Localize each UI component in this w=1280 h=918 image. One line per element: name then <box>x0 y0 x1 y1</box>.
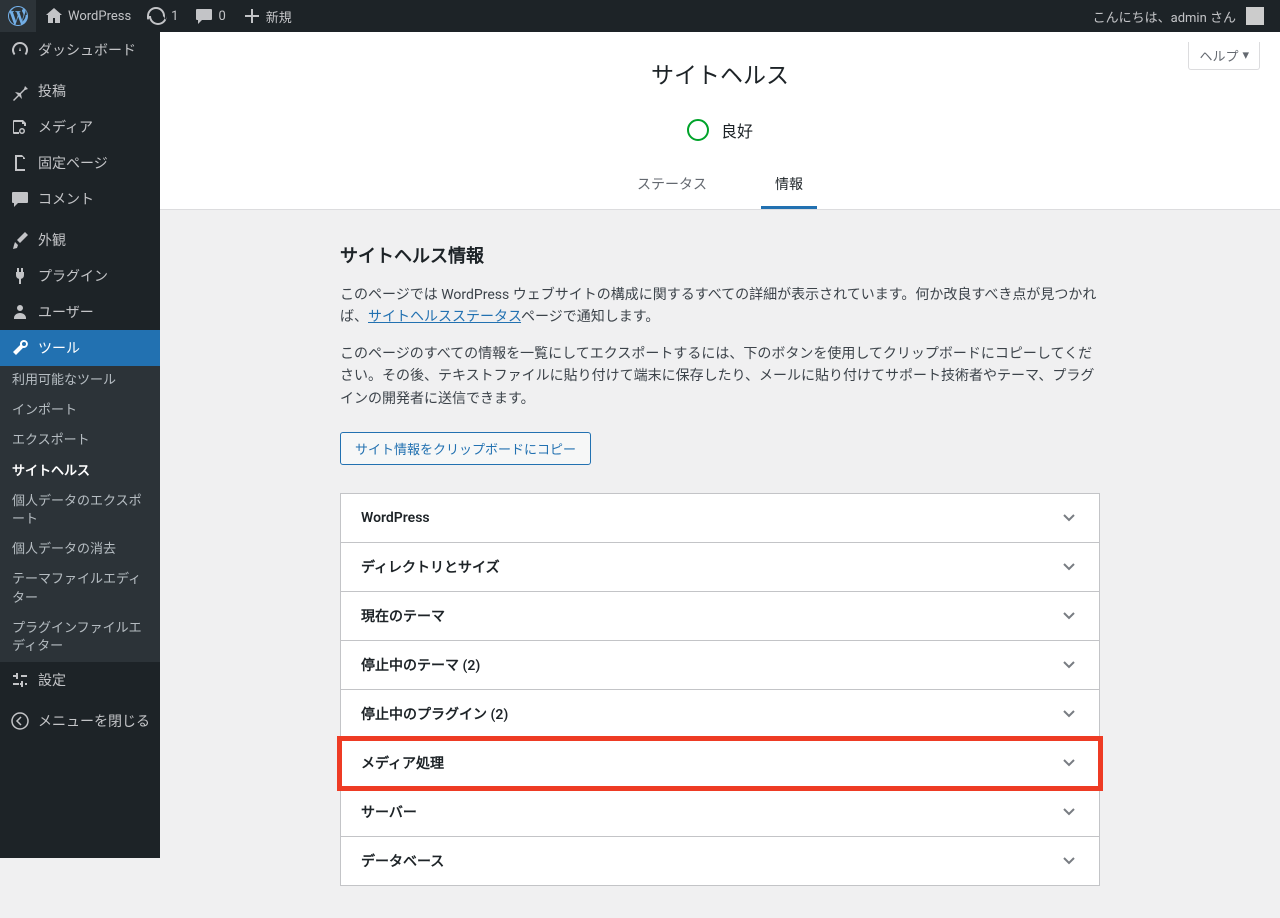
menu-users[interactable]: ユーザー <box>0 294 160 330</box>
new-label: 新規 <box>266 7 292 26</box>
plug-icon <box>10 266 30 286</box>
accordion-label: データベース <box>361 851 444 871</box>
accordion-row[interactable]: 現在のテーマ <box>340 592 1100 641</box>
menu-tools[interactable]: ツール <box>0 330 160 366</box>
accordion-row[interactable]: WordPress <box>340 494 1100 543</box>
accordion-row[interactable]: 停止中のプラグイン (2) <box>340 690 1100 739</box>
menu-label: 設定 <box>38 670 66 690</box>
home-icon <box>44 6 64 26</box>
chevron-down-icon <box>1059 753 1079 773</box>
tab-status[interactable]: ステータス <box>623 162 721 209</box>
sub-site-health[interactable]: サイトヘルス <box>0 457 160 487</box>
menu-media[interactable]: メディア <box>0 109 160 145</box>
site-health-status-link[interactable]: サイトヘルスステータス <box>368 309 521 325</box>
wordpress-logo-icon <box>8 6 28 26</box>
sub-available-tools[interactable]: 利用可能なツール <box>0 366 160 396</box>
new-content-link[interactable]: 新規 <box>234 0 300 32</box>
copy-site-info-button[interactable]: サイト情報をクリップボードにコピー <box>340 432 591 465</box>
accordion-label: サーバー <box>361 802 417 822</box>
menu-label: プラグイン <box>38 266 108 286</box>
chevron-down-icon <box>1059 606 1079 626</box>
my-account[interactable]: こんにちは、admin さん <box>1085 0 1272 32</box>
comment-icon <box>194 6 214 26</box>
tab-info[interactable]: 情報 <box>761 162 817 209</box>
site-health-tabs: ステータス 情報 <box>180 162 1260 209</box>
collapse-icon <box>10 711 30 731</box>
chevron-down-icon <box>1059 557 1079 577</box>
info-paragraph-2: このページのすべての情報を一覧にしてエクスポートするには、下のボタンを使用してク… <box>340 343 1100 410</box>
chevron-down-icon <box>1059 655 1079 675</box>
menu-appearance[interactable]: 外観 <box>0 222 160 258</box>
info-accordion: WordPress ディレクトリとサイズ現在のテーマ停止中のテーマ (2) 停止中の… <box>340 493 1100 886</box>
info-heading: サイトヘルス情報 <box>340 242 1100 268</box>
brush-icon <box>10 230 30 250</box>
sub-theme-editor[interactable]: テーマファイルエディター <box>0 565 160 613</box>
sub-plugin-editor[interactable]: プラグインファイルエディター <box>0 614 160 662</box>
menu-settings[interactable]: 設定 <box>0 662 160 698</box>
sliders-icon <box>10 670 30 690</box>
menu-label: ツール <box>38 338 80 358</box>
menu-label: メニューを閉じる <box>38 711 150 731</box>
menu-label: メディア <box>38 117 93 137</box>
comment-icon <box>10 189 30 209</box>
sub-export-personal[interactable]: 個人データのエクスポート <box>0 487 160 535</box>
accordion-label: メディア処理 <box>361 753 444 773</box>
accordion-row[interactable]: 停止中のテーマ (2) <box>340 641 1100 690</box>
menu-label: ユーザー <box>38 302 94 322</box>
help-tab[interactable]: ヘルプ ▾ <box>1188 42 1260 70</box>
menu-dashboard[interactable]: ダッシュボード <box>0 32 160 68</box>
wp-logo[interactable] <box>0 0 36 32</box>
site-name-label: WordPress <box>68 9 131 24</box>
accordion-row[interactable]: サーバー <box>340 788 1100 837</box>
accordion-label: 現在のテーマ <box>361 606 445 626</box>
menu-label: 固定ページ <box>38 153 108 173</box>
status-indicator-icon <box>687 119 709 141</box>
sub-import[interactable]: インポート <box>0 396 160 426</box>
menu-label: 外観 <box>38 230 66 250</box>
status-label: 良好 <box>721 118 753 142</box>
menu-collapse[interactable]: メニューを閉じる <box>0 703 160 739</box>
sub-export[interactable]: エクスポート <box>0 426 160 456</box>
chevron-down-icon <box>1059 851 1079 871</box>
accordion-label: 停止中のプラグイン (2) <box>361 704 508 724</box>
menu-label: コメント <box>38 189 94 209</box>
menu-label: ダッシュボード <box>38 40 136 60</box>
updates-count: 1 <box>171 9 178 24</box>
accordion-label: 停止中のテーマ (2) <box>361 655 480 675</box>
accordion-row[interactable]: ディレクトリとサイズ <box>340 543 1100 592</box>
chevron-down-icon <box>1059 508 1079 528</box>
accordion-row[interactable]: データベース <box>340 837 1100 886</box>
menu-plugins[interactable]: プラグイン <box>0 258 160 294</box>
dashboard-icon <box>10 40 30 60</box>
sub-erase-personal[interactable]: 個人データの消去 <box>0 535 160 565</box>
menu-pages[interactable]: 固定ページ <box>0 145 160 181</box>
info-paragraph-1: このページでは WordPress ウェブサイトの構成に関するすべての詳細が表示… <box>340 284 1100 329</box>
wrench-icon <box>10 338 30 358</box>
caret-down-icon: ▾ <box>1242 48 1249 63</box>
accordion-row[interactable]: メディア処理 <box>340 739 1100 788</box>
plus-icon <box>242 6 262 26</box>
site-health-header: ヘルプ ▾ サイトヘルス 良好 ステータス 情報 <box>160 32 1280 210</box>
updates-icon <box>147 6 167 26</box>
page-icon <box>10 153 30 173</box>
media-icon <box>10 117 30 137</box>
greeting-text: こんにちは、admin さん <box>1093 7 1236 26</box>
accordion-label: WordPress <box>361 510 430 526</box>
menu-comments[interactable]: コメント <box>0 181 160 217</box>
updates-link[interactable]: 1 <box>139 0 186 32</box>
accordion-label: ディレクトリとサイズ <box>361 557 500 577</box>
site-name-link[interactable]: WordPress <box>36 0 139 32</box>
chevron-down-icon <box>1059 704 1079 724</box>
comments-count: 0 <box>218 9 225 24</box>
help-label: ヘルプ <box>1199 46 1238 65</box>
page-title: サイトヘルス <box>180 56 1260 90</box>
user-icon <box>10 302 30 322</box>
comments-link[interactable]: 0 <box>186 0 233 32</box>
menu-posts[interactable]: 投稿 <box>0 73 160 109</box>
menu-label: 投稿 <box>38 81 66 101</box>
tools-submenu: 利用可能なツール インポート エクスポート サイトヘルス 個人データのエクスポー… <box>0 366 160 662</box>
chevron-down-icon <box>1059 802 1079 822</box>
pin-icon <box>10 81 30 101</box>
avatar <box>1246 7 1264 25</box>
